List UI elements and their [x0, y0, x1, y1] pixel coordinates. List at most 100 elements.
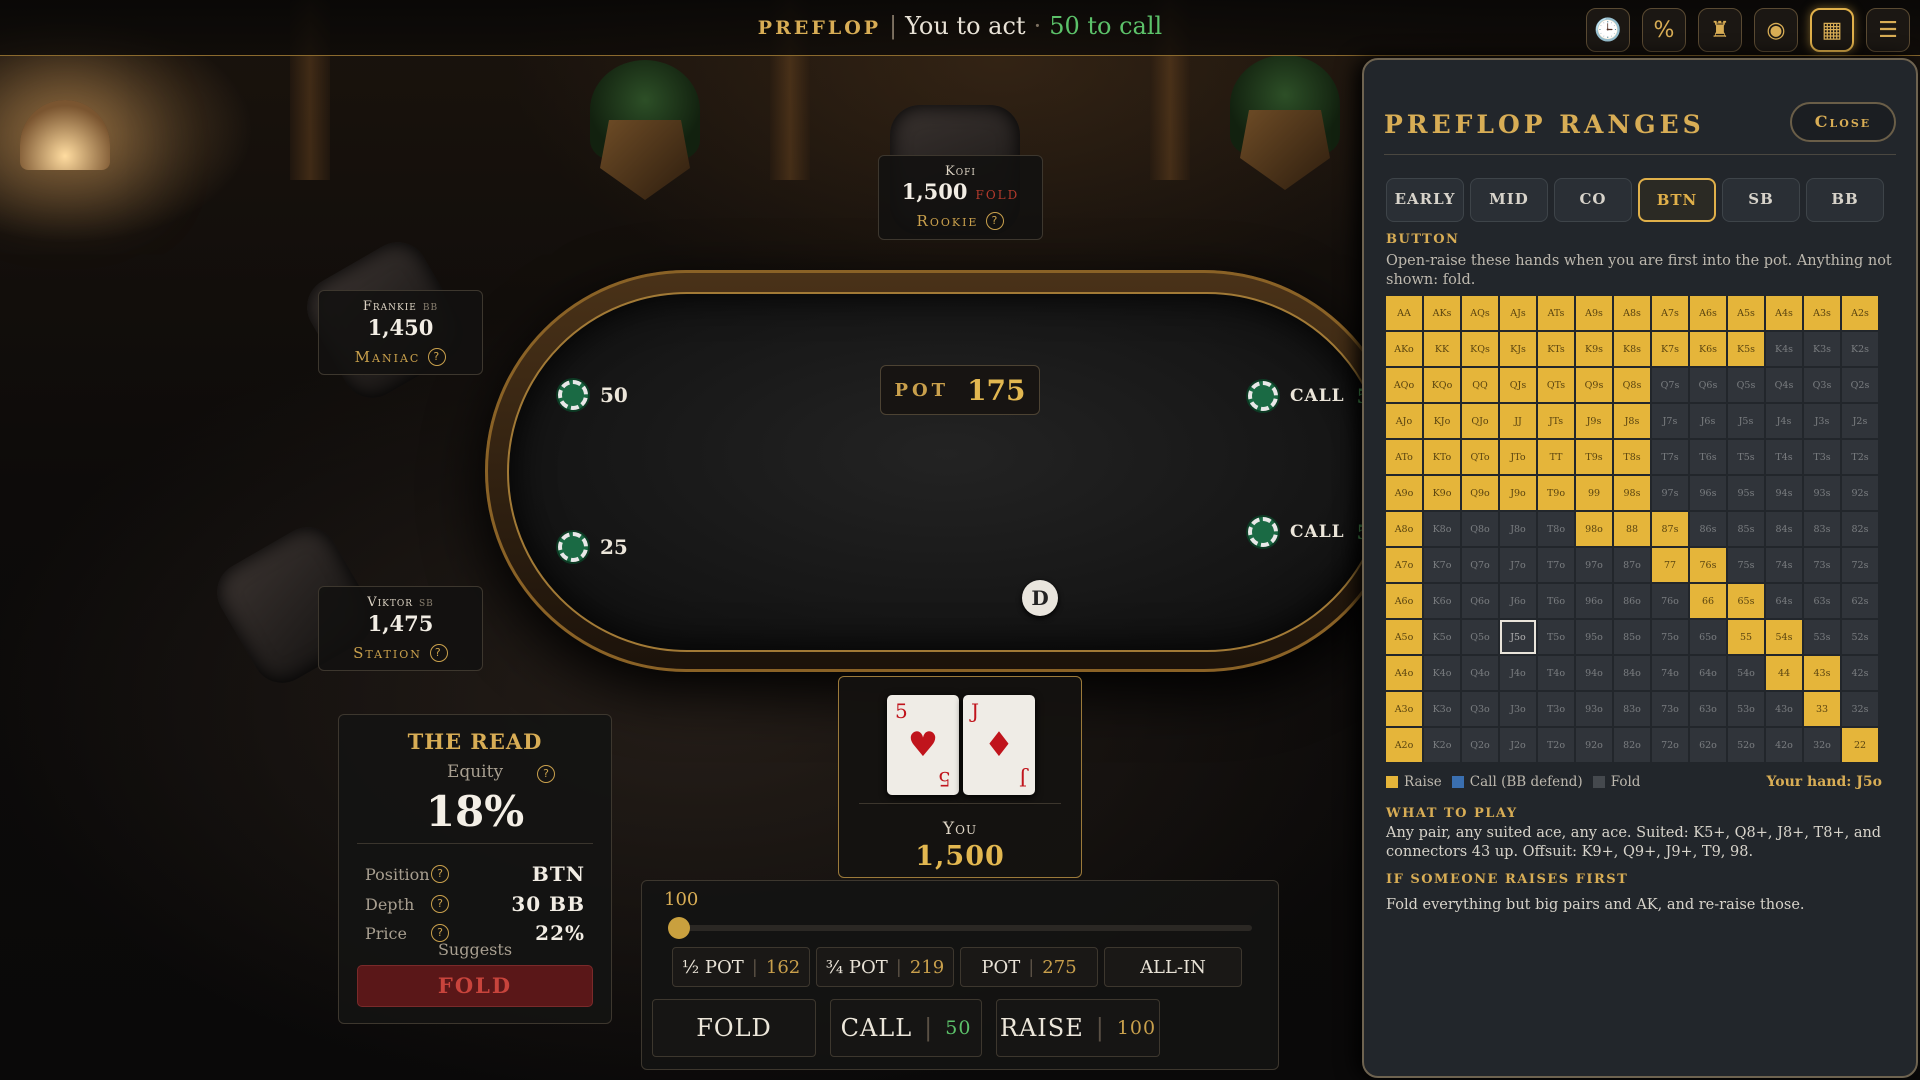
range-cell[interactable]: K6o [1424, 584, 1460, 618]
range-cell[interactable]: A6o [1386, 584, 1422, 618]
range-cell[interactable]: 74o [1652, 656, 1688, 690]
range-cell[interactable]: 75o [1652, 620, 1688, 654]
range-cell[interactable]: JTs [1538, 404, 1574, 438]
range-cell[interactable]: A9o [1386, 476, 1422, 510]
pot-button[interactable]: POT | 275 [960, 947, 1098, 987]
range-cell[interactable]: 62o [1690, 728, 1726, 762]
range-cell[interactable]: 97s [1652, 476, 1688, 510]
range-cell[interactable]: A8s [1614, 296, 1650, 330]
range-cell[interactable]: 76s [1690, 548, 1726, 582]
range-cell[interactable]: 63o [1690, 692, 1726, 726]
range-cell[interactable]: J7o [1500, 548, 1536, 582]
three-quarter-pot-button[interactable]: ¾ POT | 219 [816, 947, 954, 987]
range-cell[interactable]: QTs [1538, 368, 1574, 402]
range-cell[interactable]: KK [1424, 332, 1460, 366]
raise-slider-track[interactable] [668, 925, 1252, 931]
seat-kofi[interactable]: Kofi 1,500 FOLD Rookie? [878, 155, 1043, 240]
range-cell[interactable]: 77 [1652, 548, 1688, 582]
range-cell[interactable]: K9o [1424, 476, 1460, 510]
range-cell[interactable]: 87s [1652, 512, 1688, 546]
range-cell[interactable]: AQo [1386, 368, 1422, 402]
range-cell[interactable]: Q9s [1576, 368, 1612, 402]
help-icon[interactable]: ? [428, 348, 447, 366]
range-cell[interactable]: A3o [1386, 692, 1422, 726]
range-cell[interactable]: 84s [1766, 512, 1802, 546]
help-icon[interactable]: ? [429, 644, 448, 662]
range-cell[interactable]: 87o [1614, 548, 1650, 582]
range-cell[interactable]: Q9o [1462, 476, 1498, 510]
range-cell[interactable]: T2s [1842, 440, 1878, 474]
range-cell[interactable]: K3o [1424, 692, 1460, 726]
range-cell[interactable]: 96o [1576, 584, 1612, 618]
menu-button[interactable]: ☰ [1866, 8, 1910, 52]
range-cell[interactable]: J8s [1614, 404, 1650, 438]
range-cell[interactable]: 54o [1728, 656, 1764, 690]
tab-sb[interactable]: SB [1722, 178, 1800, 222]
range-cell[interactable]: K8o [1424, 512, 1460, 546]
range-cell[interactable]: K3s [1804, 332, 1840, 366]
range-cell[interactable]: T6o [1538, 584, 1574, 618]
range-cell[interactable]: J6o [1500, 584, 1536, 618]
range-cell[interactable]: ATo [1386, 440, 1422, 474]
range-cell[interactable]: 43s [1804, 656, 1840, 690]
range-cell[interactable]: 72o [1652, 728, 1688, 762]
range-cell[interactable]: 82o [1614, 728, 1650, 762]
range-cell[interactable]: J3o [1500, 692, 1536, 726]
range-cell[interactable]: 33 [1804, 692, 1840, 726]
range-cell[interactable]: 88 [1614, 512, 1650, 546]
half-pot-button[interactable]: ½ POT | 162 [672, 947, 810, 987]
range-cell[interactable]: K6s [1690, 332, 1726, 366]
range-cell[interactable]: 53o [1728, 692, 1764, 726]
range-cell[interactable]: KTs [1538, 332, 1574, 366]
range-cell[interactable]: A9s [1576, 296, 1612, 330]
range-cell[interactable]: 83s [1804, 512, 1840, 546]
range-cell[interactable]: J6s [1690, 404, 1726, 438]
all-in-button[interactable]: ALL-IN [1104, 947, 1242, 987]
range-cell[interactable]: 75s [1728, 548, 1764, 582]
range-cell[interactable]: 98s [1614, 476, 1650, 510]
range-cell[interactable]: 83o [1614, 692, 1650, 726]
range-cell[interactable]: 82s [1842, 512, 1878, 546]
range-cell[interactable]: T8o [1538, 512, 1574, 546]
range-cell[interactable]: K5o [1424, 620, 1460, 654]
range-cell[interactable]: KJs [1500, 332, 1536, 366]
range-cell[interactable]: 94o [1576, 656, 1612, 690]
range-cell[interactable]: A2o [1386, 728, 1422, 762]
range-cell[interactable]: 54s [1766, 620, 1802, 654]
range-cell[interactable]: T4s [1766, 440, 1802, 474]
tab-bb[interactable]: BB [1806, 178, 1884, 222]
range-cell[interactable]: 53s [1804, 620, 1840, 654]
range-cell[interactable]: Q7o [1462, 548, 1498, 582]
range-cell[interactable]: J8o [1500, 512, 1536, 546]
range-cell[interactable]: T2o [1538, 728, 1574, 762]
range-cell[interactable]: 85s [1728, 512, 1764, 546]
range-cell[interactable]: J5o [1500, 620, 1536, 654]
range-cell[interactable]: T7s [1652, 440, 1688, 474]
range-cell[interactable]: K2o [1424, 728, 1460, 762]
range-cell[interactable]: A8o [1386, 512, 1422, 546]
range-cell[interactable]: 76o [1652, 584, 1688, 618]
range-cell[interactable]: T9o [1538, 476, 1574, 510]
range-cell[interactable]: A3s [1804, 296, 1840, 330]
range-cell[interactable]: 42s [1842, 656, 1878, 690]
fold-button[interactable]: FOLD [652, 999, 816, 1057]
range-cell[interactable]: KQs [1462, 332, 1498, 366]
range-cell[interactable]: 52o [1728, 728, 1764, 762]
range-cell[interactable]: A5s [1728, 296, 1764, 330]
range-cell[interactable]: Q3s [1804, 368, 1840, 402]
range-cell[interactable]: Q4o [1462, 656, 1498, 690]
range-cell[interactable]: 93o [1576, 692, 1612, 726]
tab-mid[interactable]: MID [1470, 178, 1548, 222]
range-cell[interactable]: T9s [1576, 440, 1612, 474]
range-cell[interactable]: J9o [1500, 476, 1536, 510]
range-cell[interactable]: K4s [1766, 332, 1802, 366]
range-cell[interactable]: A4s [1766, 296, 1802, 330]
range-cell[interactable]: 95s [1728, 476, 1764, 510]
range-cell[interactable]: AJo [1386, 404, 1422, 438]
range-cell[interactable]: Q7s [1652, 368, 1688, 402]
help-icon[interactable]: ? [537, 765, 555, 783]
range-cell[interactable]: KTo [1424, 440, 1460, 474]
range-cell[interactable]: Q8s [1614, 368, 1650, 402]
range-cell[interactable]: AJs [1500, 296, 1536, 330]
range-cell[interactable]: 99 [1576, 476, 1612, 510]
